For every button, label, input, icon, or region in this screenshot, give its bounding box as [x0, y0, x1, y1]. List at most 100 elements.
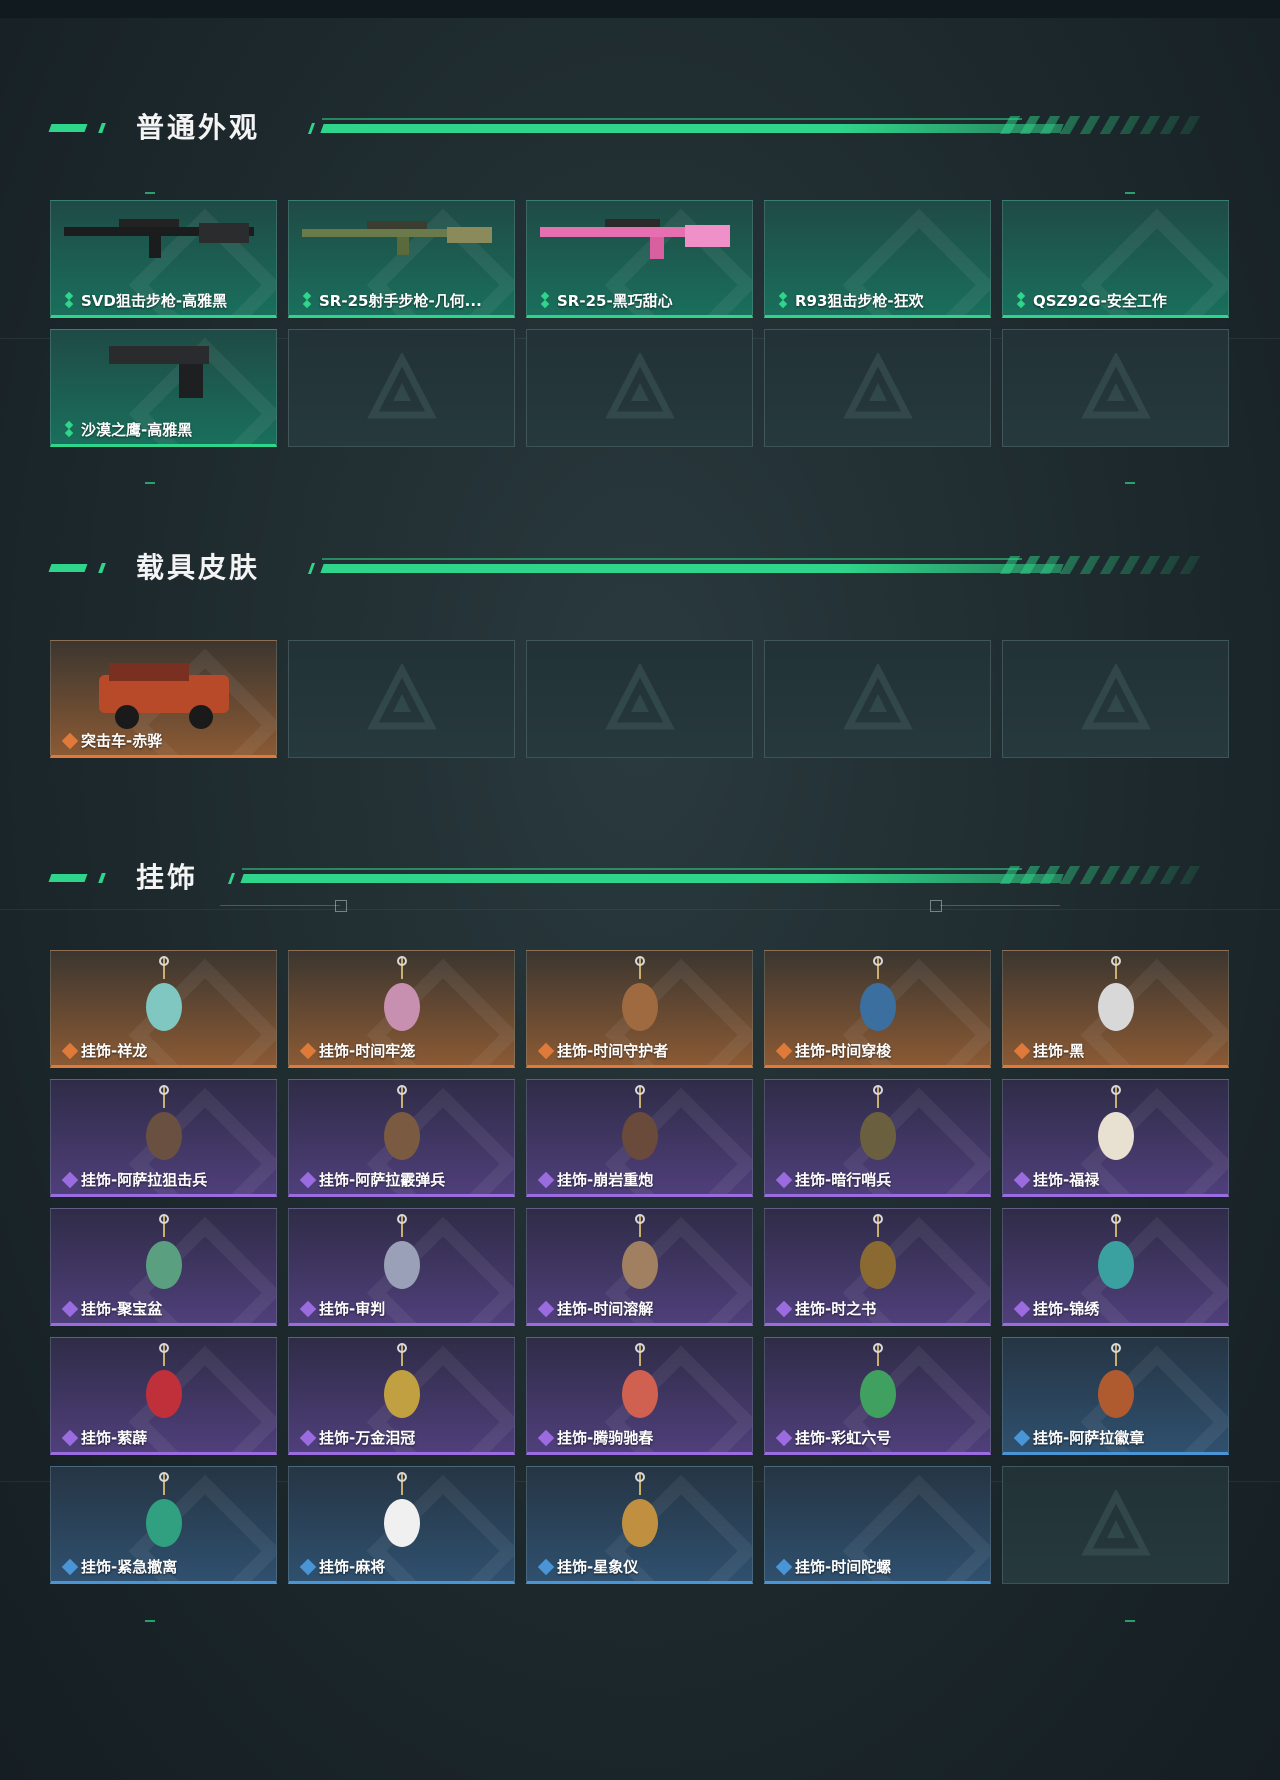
item-card[interactable]: QSZ92G-安全工作	[1002, 200, 1229, 318]
item-card[interactable]: 挂饰-时间穿梭	[764, 950, 991, 1068]
item-card[interactable]: 挂饰-时间溶解	[526, 1208, 753, 1326]
item-card[interactable]: 沙漠之鹰-高雅黑	[50, 329, 277, 447]
header-thin-line	[322, 118, 1022, 120]
item-card[interactable]: SR-25-黑巧甜心	[526, 200, 753, 318]
item-card[interactable]: R93狙击步枪-狂欢	[764, 200, 991, 318]
item-label-row: 沙漠之鹰-高雅黑	[63, 419, 192, 440]
item-card[interactable]: 挂饰-麻将	[288, 1466, 515, 1584]
item-name: 挂饰-阿萨拉狙击兵	[81, 1171, 208, 1189]
shuttle-charm-icon	[848, 955, 908, 1049]
item-card[interactable]: SR-25射手步枪-几何...	[288, 200, 515, 318]
item-card[interactable]: 挂饰-时间守护者	[526, 950, 753, 1068]
item-label-row: 挂饰-阿萨拉狙击兵	[61, 1169, 208, 1190]
item-card[interactable]: 挂饰-黑	[1002, 950, 1229, 1068]
rarity-icon	[537, 1429, 555, 1446]
item-card[interactable]: 挂饰-锦绣	[1002, 1208, 1229, 1326]
rarity-icon	[537, 1558, 555, 1575]
item-card[interactable]: 挂饰-福禄	[1002, 1079, 1229, 1197]
item-card[interactable]: 挂饰-萦薜	[50, 1337, 277, 1455]
item-name: 挂饰-时间溶解	[557, 1300, 654, 1318]
item-label-row: R93狙击步枪-狂欢	[777, 290, 924, 311]
item-name: 沙漠之鹰-高雅黑	[81, 421, 193, 439]
item-label-row: 挂饰-麻将	[299, 1556, 386, 1577]
astrolabe-charm-icon	[610, 1471, 670, 1565]
item-label-row: 挂饰-星象仪	[537, 1556, 639, 1577]
cage-charm-icon	[372, 955, 432, 1049]
item-card[interactable]: 挂饰-聚宝盆	[50, 1208, 277, 1326]
item-name: QSZ92G-安全工作	[1033, 292, 1167, 310]
header-accent-slash	[98, 873, 106, 883]
butterfly-charm-icon	[1086, 1213, 1146, 1307]
item-card[interactable]: 挂饰-彩虹六号	[764, 1337, 991, 1455]
item-card[interactable]: 挂饰-阿萨拉狙击兵	[50, 1079, 277, 1197]
item-name: 挂饰-万金泪冠	[319, 1429, 416, 1447]
item-card[interactable]: 挂饰-紧急撤离	[50, 1466, 277, 1584]
item-label-row: 挂饰-彩虹六号	[775, 1427, 891, 1448]
item-card[interactable]: SVD狙击步枪-高雅黑	[50, 200, 277, 318]
item-name: 挂饰-星象仪	[557, 1558, 639, 1576]
rarity-icon	[777, 291, 791, 309]
item-name: 挂饰-阿萨拉徽章	[1033, 1429, 1145, 1447]
item-card[interactable]: 挂饰-阿萨拉徽章	[1002, 1337, 1229, 1455]
item-label-row: 挂饰-紧急撤离	[61, 1556, 178, 1577]
header-accent-bar	[48, 124, 88, 132]
badge-charm-icon	[1086, 1342, 1146, 1436]
rarity-icon	[1013, 1429, 1031, 1446]
item-card[interactable]: 挂饰-星象仪	[526, 1466, 753, 1584]
item-name: 挂饰-审判	[319, 1300, 386, 1318]
item-card[interactable]: 挂饰-时间牢笼	[288, 950, 515, 1068]
item-name: 挂饰-紧急撤离	[81, 1558, 178, 1576]
item-card[interactable]: 挂饰-崩岩重炮	[526, 1079, 753, 1197]
rarity-icon	[1013, 1171, 1031, 1188]
corner-tick	[1125, 1620, 1135, 1622]
item-name: R93狙击步枪-狂欢	[795, 292, 924, 310]
item-name: 挂饰-崩岩重炮	[557, 1171, 654, 1189]
item-name: 挂饰-腾驹驰春	[557, 1429, 654, 1447]
item-card[interactable]: 挂饰-时之书	[764, 1208, 991, 1326]
item-card[interactable]: 挂饰-审判	[288, 1208, 515, 1326]
item-name: 挂饰-聚宝盆	[81, 1300, 163, 1318]
item-card[interactable]: 挂饰-万金泪冠	[288, 1337, 515, 1455]
empty-slot	[1002, 640, 1229, 758]
item-name: 挂饰-时间穿梭	[795, 1042, 892, 1060]
empty-slot	[288, 640, 515, 758]
item-card[interactable]: 挂饰-时间陀螺	[764, 1466, 991, 1584]
item-name: SR-25-黑巧甜心	[557, 292, 673, 310]
rarity-icon	[537, 1171, 555, 1188]
evac-charm-icon	[134, 1471, 194, 1565]
item-name: SR-25射手步枪-几何...	[319, 292, 482, 310]
section-title: 载具皮肤	[136, 551, 261, 584]
rarity-icon	[775, 1171, 793, 1188]
rarity-icon	[61, 1558, 79, 1575]
logo-watermark-icon	[842, 353, 913, 419]
rarity-icon	[61, 732, 79, 749]
charm-grid: 挂饰-祥龙 挂饰-时间牢笼 挂饰-时间守护者 挂饰-时间穿梭 挂饰-黑挂饰-阿萨拉狙击兵…	[50, 950, 1229, 1584]
item-name: 挂饰-时间守护者	[557, 1042, 669, 1060]
item-name: 挂饰-麻将	[319, 1558, 386, 1576]
top-edge-bar	[0, 0, 1280, 18]
section-title: 挂饰	[136, 861, 199, 894]
item-label-row: 挂饰-时之书	[775, 1298, 876, 1319]
corner-tick	[1125, 192, 1135, 194]
item-label-row: 挂饰-万金泪冠	[299, 1427, 416, 1448]
rarity-icon	[63, 291, 77, 309]
shotgun-figure-charm-icon	[372, 1084, 432, 1178]
item-card[interactable]: 挂饰-祥龙	[50, 950, 277, 1068]
item-card[interactable]: 挂饰-暗行哨兵	[764, 1079, 991, 1197]
rarity-icon	[299, 1171, 317, 1188]
item-label-row: 挂饰-时间陀螺	[775, 1556, 891, 1577]
item-card[interactable]: 挂饰-阿萨拉霰弹兵	[288, 1079, 515, 1197]
item-card[interactable]: 突击车-赤骅	[50, 640, 277, 758]
card-charm-icon	[372, 1213, 432, 1307]
dragon-charm-icon	[134, 955, 194, 1049]
item-card[interactable]: 挂饰-腾驹驰春	[526, 1337, 753, 1455]
rarity-icon	[299, 1042, 317, 1059]
weapon-skin-grid: SVD狙击步枪-高雅黑 SR-25射手步枪-几何... SR-25-黑巧甜心 R93狙…	[50, 200, 1229, 447]
header-accent-slash	[227, 873, 236, 884]
header-checker-pattern	[999, 866, 1211, 884]
empty-slot	[288, 329, 515, 447]
item-label-row: 挂饰-萦薜	[61, 1427, 147, 1448]
item-name: 突击车-赤骅	[81, 732, 163, 750]
section-header-charms: 挂饰	[48, 858, 1211, 898]
book-charm-icon	[848, 1213, 908, 1307]
